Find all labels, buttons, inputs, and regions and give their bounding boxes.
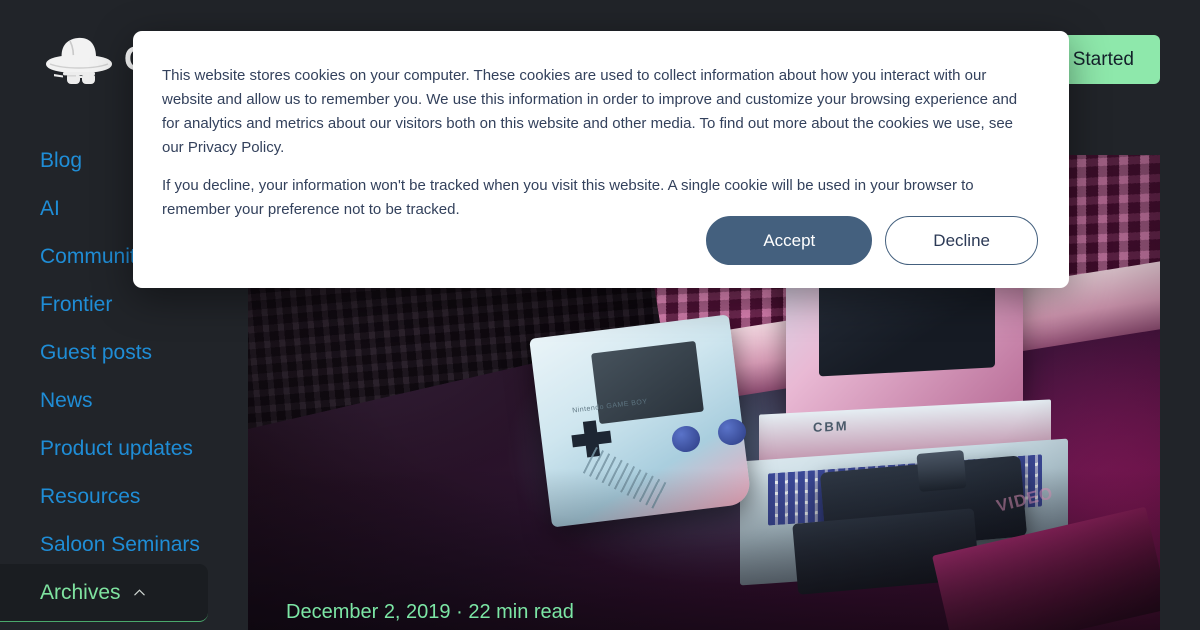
cookie-action-buttons: Accept Decline: [706, 216, 1038, 265]
cowboy-hat-sunglasses-logo-icon: [46, 37, 112, 84]
sidebar-item-frontier[interactable]: Frontier: [40, 294, 248, 315]
cookie-paragraph-2: If you decline, your information won't b…: [162, 177, 974, 218]
cookie-paragraph-1: This website stores cookies on your comp…: [162, 64, 1038, 160]
sidebar-item-resources[interactable]: Resources: [40, 486, 248, 507]
sidebar-item-archives[interactable]: Archives: [0, 564, 208, 622]
page-root: Gruntwork Get Started Blog AI Community …: [0, 0, 1200, 630]
decline-cookies-button[interactable]: Decline: [885, 216, 1038, 265]
privacy-policy-link[interactable]: Privacy Policy: [188, 139, 280, 156]
sidebar-item-archives-label: Archives: [40, 581, 121, 604]
cookie-paragraph-1-suffix: .: [280, 139, 285, 156]
cookie-consent-dialog: This website stores cookies on your comp…: [133, 31, 1069, 288]
sidebar-item-product-updates[interactable]: Product updates: [40, 438, 248, 459]
chevron-up-icon: [133, 589, 145, 596]
article-meta: December 2, 2019 · 22 min read: [286, 601, 574, 623]
accept-cookies-button[interactable]: Accept: [706, 216, 873, 265]
sidebar-item-guest-posts[interactable]: Guest posts: [40, 342, 248, 363]
sidebar-item-news[interactable]: News: [40, 390, 248, 411]
cookie-paragraph-1-text: This website stores cookies on your comp…: [162, 67, 1018, 156]
sidebar-item-saloon-seminars[interactable]: Saloon Seminars: [40, 534, 248, 555]
